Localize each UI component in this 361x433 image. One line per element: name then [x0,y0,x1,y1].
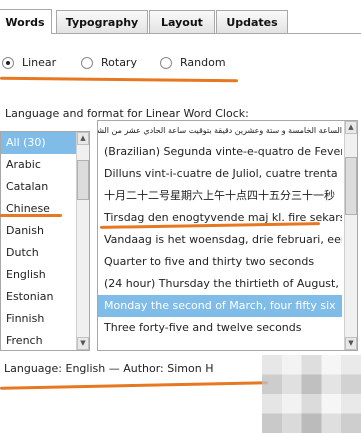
layout-mode-radio-group: Linear Rotary Random [0,56,361,76]
radio-linear-label: Linear [22,56,57,69]
pixelated-blur-region [262,355,361,433]
radio-rotary[interactable]: Rotary [81,56,137,69]
scroll-up-icon[interactable]: ▲ [77,132,89,145]
radio-rotary-circle[interactable] [81,56,93,69]
panel-border [0,33,361,34]
language-list[interactable]: All (30) Arabic Catalan Chinese Danish D… [0,131,90,351]
orange-underline-annotation [0,214,62,217]
list-item[interactable]: 十月二十二号星期六上午十点四十五分三十一秒 [98,185,342,207]
scrollbar-thumb[interactable] [345,157,357,215]
language-list-scrollbar[interactable]: ▲ ▼ [76,132,89,350]
list-item[interactable]: Monday the second of March, four fifty s… [98,295,342,317]
radio-linear-circle[interactable] [2,56,14,69]
tab-typography[interactable]: Typography [56,10,148,33]
list-item[interactable]: (Brazilian) Segunda vinte-e-quatro de Fe… [98,141,342,163]
clock-list-scrollbar[interactable]: ▲ ▼ [344,121,357,350]
radio-random-label: Random [180,56,226,69]
section-label: Language and format for Linear Word Cloc… [5,107,249,120]
scroll-down-icon[interactable]: ▼ [345,337,357,350]
tab-strip: Words Typography Layout Updates [0,0,361,34]
tab-updates[interactable]: Updates [216,10,288,33]
orange-underline-annotation [0,76,239,83]
list-item[interactable]: Dilluns vint-i-cuatre de Juliol, cuatre … [98,163,342,185]
radio-random-circle[interactable] [160,56,172,69]
orange-underline-annotation [0,381,269,390]
tab-words[interactable]: Words [0,9,52,34]
list-item[interactable]: Quarter to five and thirty two seconds [98,251,342,273]
tab-layout[interactable]: Layout [149,10,215,33]
list-item[interactable]: Vandaag is het woensdag, drie februari, … [98,229,342,251]
list-item[interactable]: Three forty-five and twelve seconds [98,317,342,339]
list-item[interactable]: (24 hour) Thursday the thirtieth of Augu… [98,273,342,295]
radio-linear[interactable]: Linear [2,56,56,69]
clock-format-list[interactable]: الساعة الخامسة و ستة وعشرين دقيقة بتوقيت… [97,120,358,351]
scroll-down-icon[interactable]: ▼ [77,337,89,350]
list-item[interactable]: الساعة الخامسة و ستة وعشرين دقيقة بتوقيت… [98,121,348,141]
scrollbar-thumb[interactable] [77,160,89,200]
scroll-up-icon[interactable]: ▲ [345,121,357,134]
radio-rotary-label: Rotary [101,56,137,69]
radio-random[interactable]: Random [160,56,226,69]
language-author-footer: Language: English — Author: Simon H [4,362,214,375]
